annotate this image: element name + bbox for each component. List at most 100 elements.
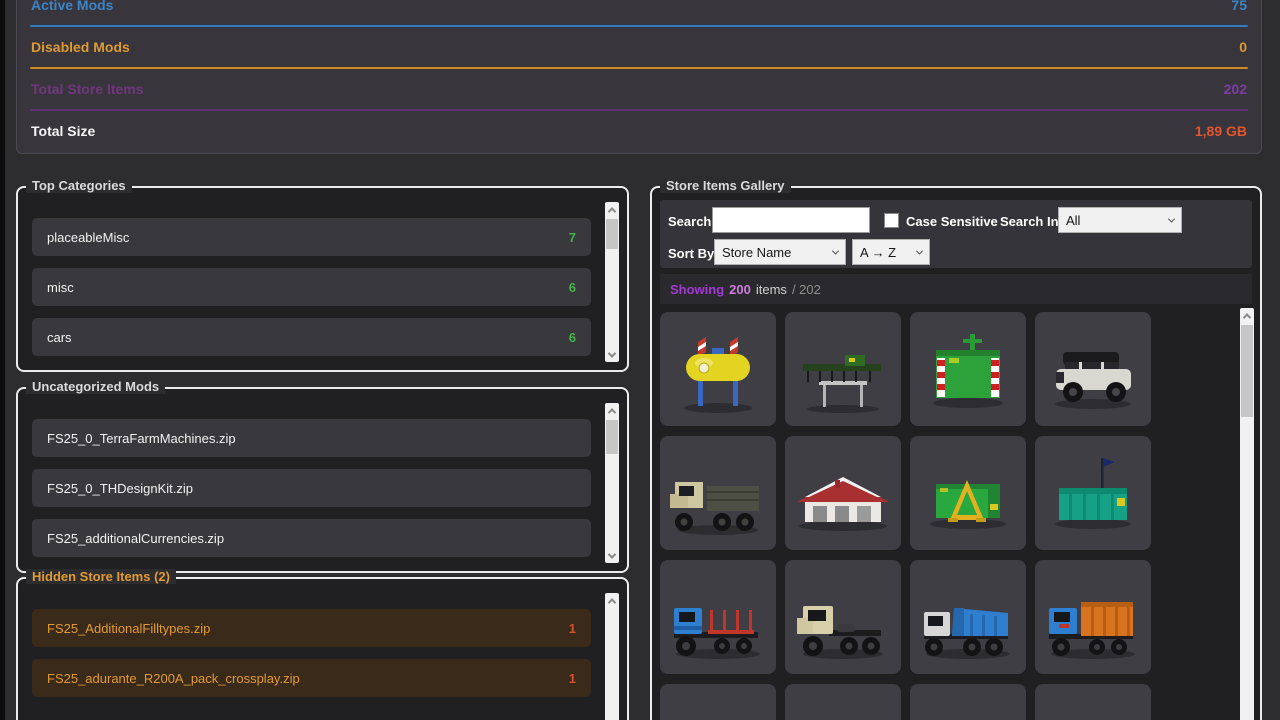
uncategorized-mods-title: Uncategorized Mods [26,379,165,394]
hidden-store-items-list: FS25_AdditionalFilltypes.zip 1 FS25_adur… [32,609,591,697]
category-row[interactable]: cars 6 [32,318,591,356]
green-container-triangle-thumbnail [910,436,1026,550]
scroll-up-icon[interactable] [605,403,619,418]
gallery-item-empty[interactable] [785,684,901,720]
blue-dump-truck-thumbnail [910,560,1026,674]
category-name: placeableMisc [47,230,129,245]
search-in-dropdown[interactable]: All [1058,207,1182,233]
white-suv-thumbnail [1035,312,1151,426]
category-count: 6 [569,280,576,295]
gallery-item-blue-truck-orange-bed[interactable] [1035,560,1151,674]
gallery-item-yellow-field-sprayer[interactable] [660,312,776,426]
mod-filename: FS25_0_THDesignKit.zip [47,481,193,496]
scroll-up-icon[interactable] [605,202,619,217]
total-store-items-value: 202 [1224,81,1247,97]
showing-word: Showing [670,282,724,297]
uncategorized-scrollbar[interactable] [605,403,619,563]
gallery-item-teal-dumpster[interactable] [1035,436,1151,550]
case-sensitive-checkbox[interactable] [884,213,899,228]
search-input[interactable] [712,207,870,233]
green-weight-block-thumbnail [910,312,1026,426]
category-name: misc [47,280,74,295]
scrollbar-thumb[interactable] [606,219,618,249]
mod-row[interactable]: FS25_0_TerraFarmMachines.zip [32,419,591,457]
top-categories-groupbox: Top Categories placeableMisc 7 misc 6 ca… [16,186,629,372]
gallery-item-empty[interactable] [660,684,776,720]
gallery-item-tan-military-truck[interactable] [660,436,776,550]
farm-building-thumbnail [785,436,901,550]
top-categories-title: Top Categories [26,178,132,193]
search-in-selected-value: All [1066,213,1080,228]
scroll-up-icon[interactable] [605,593,619,608]
disabled-mods-value: 0 [1239,39,1247,55]
gallery-toolbar: Search Case Sensitive Search In All Sort… [660,200,1252,268]
chevron-down-icon [916,247,923,254]
showing-status-bar: Showing 200 items / 202 [660,274,1252,304]
scroll-up-icon[interactable] [1240,308,1254,323]
blue-truck-orange-bed-thumbnail [1035,560,1151,674]
mod-row[interactable]: FS25_0_THDesignKit.zip [32,469,591,507]
scrollbar-thumb[interactable] [606,420,618,454]
scrollbar-thumb[interactable] [1241,325,1253,417]
stat-row-active-mods: Active Mods 75 [17,0,1261,25]
hidden-item-filename: FS25_adurante_R200A_pack_crossplay.zip [47,671,300,686]
uncategorized-mods-list: FS25_0_TerraFarmMachines.zip FS25_0_THDe… [32,419,591,557]
gallery-item-green-cultivator[interactable] [785,312,901,426]
scroll-down-icon[interactable] [605,347,619,362]
gallery-item-green-weight-block[interactable] [910,312,1026,426]
screen-left-edge [0,0,5,720]
active-mods-label: Active Mods [31,0,113,13]
category-name: cars [47,330,72,345]
search-label: Search [668,214,711,229]
sort-by-label: Sort By [668,246,714,261]
hidden-item-count: 1 [569,671,576,686]
stat-row-total-size: Total Size 1,89 GB [17,111,1261,151]
teal-dumpster-thumbnail [1035,436,1151,550]
gallery-scrollbar[interactable] [1240,308,1254,720]
category-row[interactable]: misc 6 [32,268,591,306]
hidden-item-row[interactable]: FS25_adurante_R200A_pack_crossplay.zip 1 [32,659,591,697]
mod-row[interactable]: FS25_additionalCurrencies.zip [32,519,591,557]
chevron-down-icon [832,247,839,254]
stat-row-disabled-mods: Disabled Mods 0 [17,27,1261,67]
category-row[interactable]: placeableMisc 7 [32,218,591,256]
total-size-value: 1,89 GB [1195,123,1247,139]
gallery-item-white-suv[interactable] [1035,312,1151,426]
store-items-gallery-groupbox: Store Items Gallery Search Case Sensitiv… [650,186,1262,720]
category-count: 6 [569,330,576,345]
hidden-store-items-groupbox: Hidden Store Items (2) FS25_AdditionalFi… [16,577,629,720]
beige-truck-thumbnail [785,560,901,674]
hidden-item-count: 1 [569,621,576,636]
green-cultivator-thumbnail [785,312,901,426]
top-categories-list: placeableMisc 7 misc 6 cars 6 [32,218,591,356]
gallery-item-green-container-warning-triangle[interactable] [910,436,1026,550]
sort-direction-selected-value: A → Z [860,245,896,260]
gallery-item-blue-dump-truck[interactable] [910,560,1026,674]
total-store-items-label: Total Store Items [31,81,144,97]
gallery-grid [660,312,1151,720]
hidden-items-scrollbar[interactable] [605,593,619,720]
hidden-item-row[interactable]: FS25_AdditionalFilltypes.zip 1 [32,609,591,647]
showing-count: 200 [729,282,751,297]
sort-by-selected-value: Store Name [722,245,791,260]
scroll-down-icon[interactable] [605,548,619,563]
gallery-item-beige-truck[interactable] [785,560,901,674]
category-count: 7 [569,230,576,245]
tan-military-truck-thumbnail [660,436,776,550]
stats-panel: Active Mods 75 Disabled Mods 0 Total Sto… [16,0,1262,154]
showing-total: / 202 [792,282,821,297]
gallery-item-farm-building-red-roof[interactable] [785,436,901,550]
hidden-store-items-title: Hidden Store Items (2) [26,569,176,584]
search-in-label: Search In [1000,214,1059,229]
mod-filename: FS25_additionalCurrencies.zip [47,531,224,546]
gallery-item-empty[interactable] [910,684,1026,720]
active-mods-value: 75 [1231,0,1247,13]
sort-direction-dropdown[interactable]: A → Z [852,239,930,265]
sort-by-dropdown[interactable]: Store Name [714,239,846,265]
gallery-item-blue-timber-truck[interactable] [660,560,776,674]
gallery-item-empty[interactable] [1035,684,1151,720]
top-categories-scrollbar[interactable] [605,202,619,362]
hidden-item-filename: FS25_AdditionalFilltypes.zip [47,621,210,636]
mod-filename: FS25_0_TerraFarmMachines.zip [47,431,236,446]
chevron-down-icon [1168,215,1175,222]
